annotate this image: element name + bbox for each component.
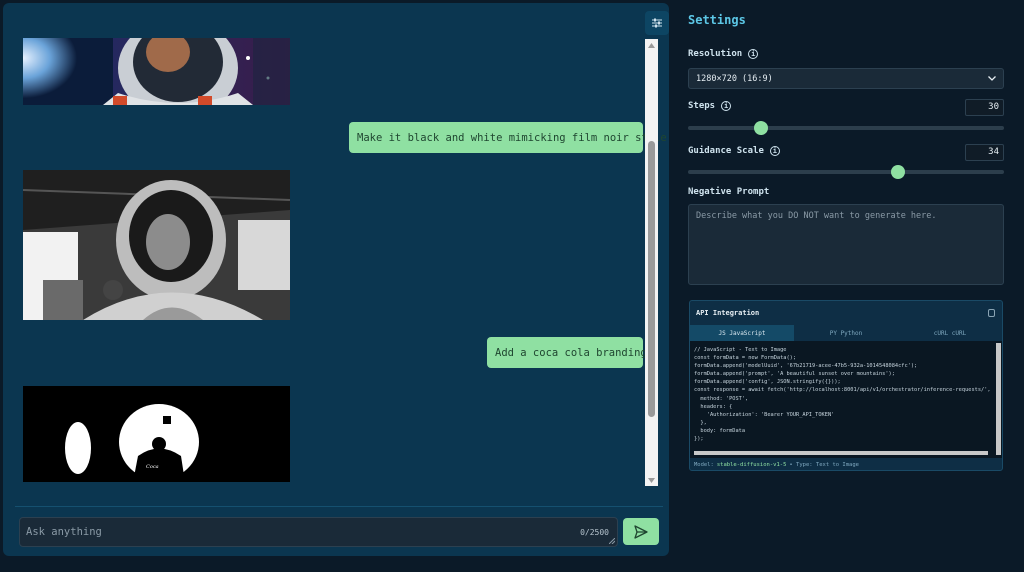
steps-label: Steps i — [688, 101, 732, 111]
api-title: API Integration — [696, 309, 760, 317]
steps-label-text: Steps — [688, 101, 716, 111]
model-label: Model: — [694, 462, 714, 468]
resolution-select[interactable]: 1280×720 (16:9) — [688, 68, 1004, 89]
guidance-slider-thumb[interactable] — [891, 165, 906, 179]
api-footer: Model: stable-diffusion-v1-5 • Type: Tex… — [690, 458, 1002, 470]
code-line: const formData = new FormData(); — [694, 355, 797, 362]
resolution-label-text: Resolution — [688, 49, 743, 59]
user-message-bubble: Make it black and white mimicking film n… — [349, 122, 667, 153]
api-tabs: JS JavaScript PY Python cURL cURL — [690, 325, 1002, 341]
user-message-text: Add a coca cola branding — [495, 346, 647, 359]
scroll-down-arrow-icon[interactable] — [645, 474, 658, 486]
negative-prompt-placeholder: Describe what you DO NOT want to generat… — [696, 211, 937, 221]
code-line: const response = await fetch('http://loc… — [694, 387, 991, 394]
send-button[interactable] — [623, 518, 659, 545]
code-line: headers: { — [694, 403, 733, 410]
steps-slider-thumb[interactable] — [753, 121, 768, 135]
info-icon[interactable]: i — [748, 49, 759, 59]
code-block[interactable]: // JavaScript - Text to Image const form… — [690, 341, 1002, 458]
chat-input-placeholder: Ask anything — [26, 526, 102, 538]
tab-javascript[interactable]: JS JavaScript — [690, 325, 794, 341]
user-message-text: Make it black and white mimicking film n… — [357, 131, 667, 144]
code-line: formData.append('config', JSON.stringify… — [694, 379, 841, 386]
generated-image-astronaut-bw[interactable] — [23, 170, 290, 320]
guidance-slider[interactable] — [688, 165, 1004, 179]
info-icon[interactable]: i — [721, 101, 732, 111]
type-text: • Type: Text to Image — [789, 462, 859, 468]
settings-toggle-button[interactable] — [645, 11, 669, 35]
send-icon — [634, 524, 648, 539]
generated-image-coca-cola-bw[interactable]: Coca — [23, 386, 290, 482]
guidance-number-input[interactable]: 34 — [965, 144, 1004, 161]
api-integration-panel: API Integration JS JavaScript PY Python … — [689, 300, 1003, 471]
steps-number-input[interactable]: 30 — [965, 99, 1004, 116]
resolution-value: 1280×720 (16:9) — [696, 73, 773, 84]
code-horizontal-scrollbar[interactable] — [694, 451, 988, 455]
generated-image-astronaut-color[interactable] — [23, 38, 290, 105]
scroll-thumb[interactable] — [648, 141, 655, 417]
model-name: stable-diffusion-v1-5 — [716, 462, 787, 468]
code-line: }); — [694, 436, 704, 443]
code-line: method: 'POST', — [694, 395, 749, 402]
code-line: 'Authorization': 'Bearer YOUR_API_TOKEN' — [694, 411, 835, 418]
code-line: }, — [694, 419, 707, 426]
chevron-down-icon — [988, 76, 996, 81]
guidance-label: Guidance Scale i — [688, 146, 780, 156]
code-line: formData.append('prompt', 'A beautiful s… — [694, 371, 895, 378]
steps-slider[interactable] — [688, 121, 1004, 135]
chat-scrollbar[interactable] — [645, 39, 658, 486]
guidance-label-text: Guidance Scale — [688, 146, 764, 156]
svg-text:Coca: Coca — [146, 464, 159, 470]
settings-title: Settings — [688, 13, 746, 27]
chat-input[interactable]: Ask anything 0/2500 — [19, 517, 618, 547]
input-divider — [15, 506, 663, 507]
api-header: API Integration — [690, 301, 1002, 325]
resize-handle-icon[interactable] — [609, 538, 615, 544]
tab-curl[interactable]: cURL cURL — [898, 325, 1002, 341]
code-line: body: formData — [694, 427, 746, 434]
user-message-bubble: Add a coca cola branding — [487, 337, 647, 368]
negative-prompt-textarea[interactable]: Describe what you DO NOT want to generat… — [688, 204, 1004, 285]
info-icon[interactable]: i — [769, 146, 780, 156]
tab-python[interactable]: PY Python — [794, 325, 898, 341]
copy-icon[interactable] — [988, 309, 995, 317]
negative-prompt-label: Negative Prompt — [688, 187, 770, 197]
code-vertical-scrollbar[interactable] — [996, 343, 1001, 455]
code-line: // JavaScript - Text to Image — [694, 347, 787, 353]
sliders-icon — [652, 18, 662, 28]
chat-panel: Make it black and white mimicking film n… — [3, 3, 669, 556]
scroll-up-arrow-icon[interactable] — [645, 39, 658, 51]
char-counter: 0/2500 — [580, 528, 609, 537]
resolution-label: Resolution i — [688, 49, 759, 59]
code-line: formData.append('modelUuid', '67b21719-a… — [694, 363, 918, 370]
